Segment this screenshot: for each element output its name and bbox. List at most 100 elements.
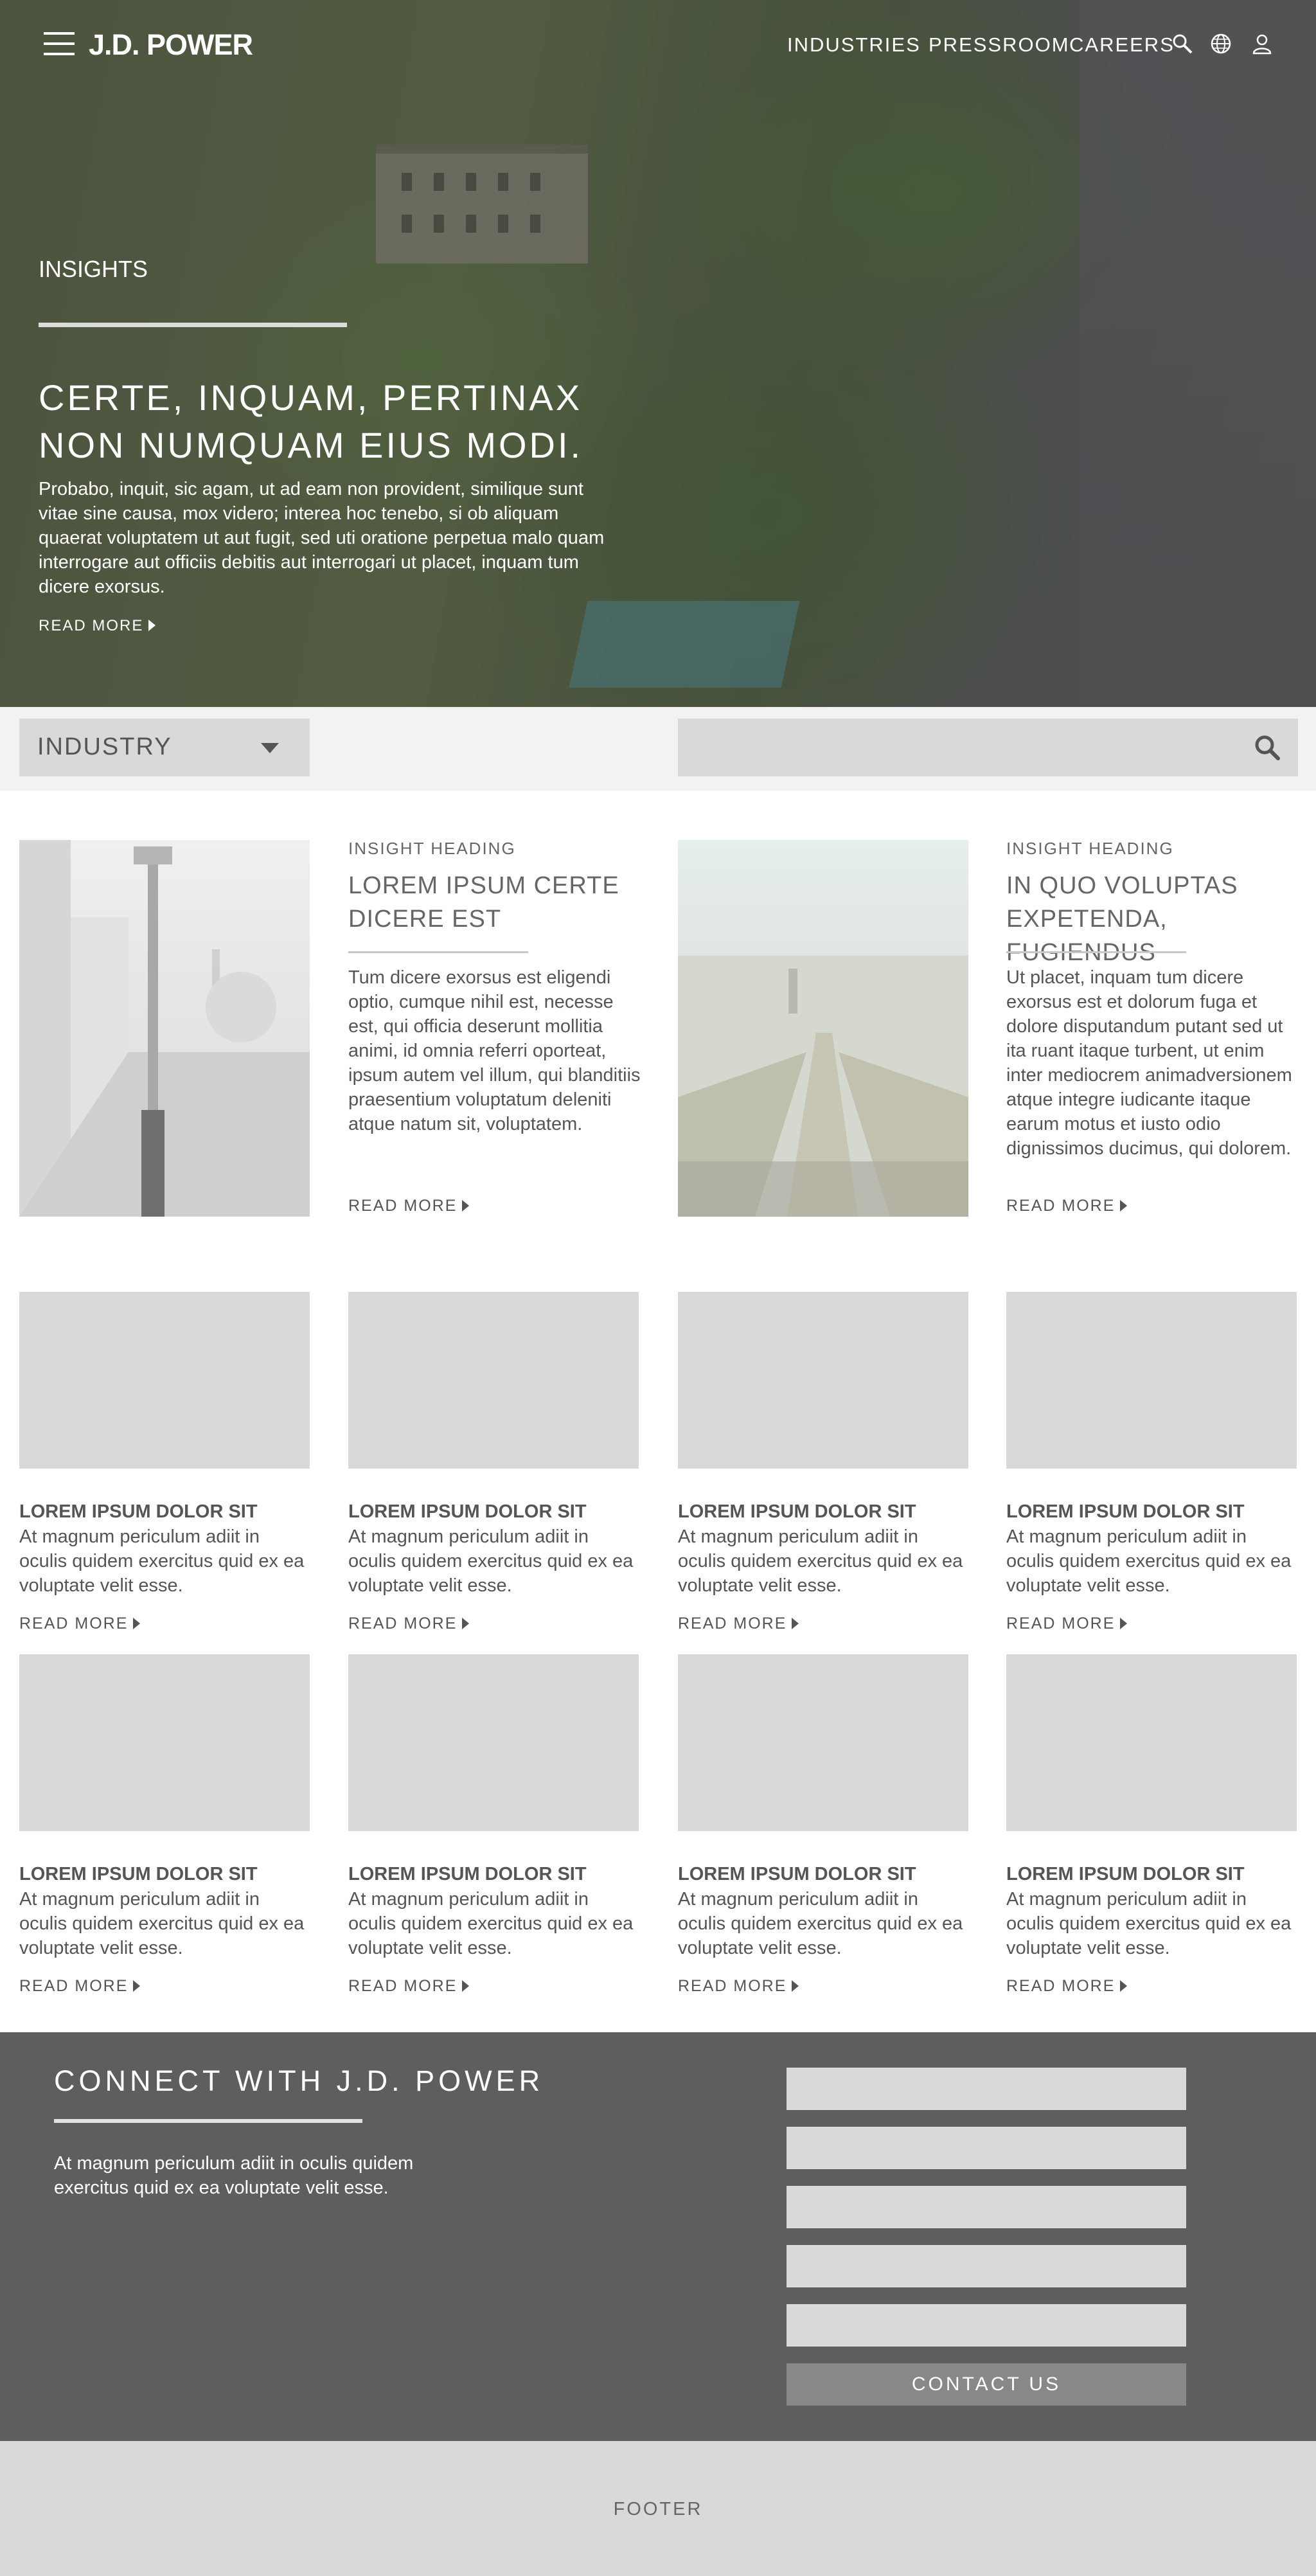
card-image-placeholder[interactable] bbox=[348, 1292, 639, 1469]
contact-us-button[interactable]: CONTACT US bbox=[787, 2363, 1186, 2406]
card-text: At magnum periculum adiit in oculis quid… bbox=[1006, 1526, 1292, 1596]
card-image-placeholder[interactable] bbox=[1006, 1292, 1297, 1469]
contact-field-4[interactable] bbox=[787, 2245, 1186, 2287]
card-read-more-link[interactable]: READ MORE bbox=[19, 1977, 141, 1996]
card-text: At magnum periculum adiit in oculis quid… bbox=[348, 1526, 634, 1596]
caret-right-icon bbox=[148, 620, 156, 631]
read-more-label: READ MORE bbox=[1006, 1197, 1116, 1215]
nav-pressroom[interactable]: PRESSROOM bbox=[929, 33, 1070, 57]
caret-right-icon bbox=[1120, 1618, 1128, 1629]
search-icon[interactable] bbox=[1171, 32, 1194, 55]
street-photo bbox=[19, 840, 310, 1217]
featured-divider bbox=[348, 951, 528, 953]
user-icon[interactable] bbox=[1250, 32, 1274, 55]
card-image-placeholder[interactable] bbox=[678, 1292, 968, 1469]
card-image-placeholder[interactable] bbox=[348, 1654, 639, 1831]
featured-divider bbox=[1006, 951, 1186, 953]
card-read-more-link[interactable]: READ MORE bbox=[1006, 1977, 1128, 1996]
featured-heading: INSIGHT HEADING bbox=[1006, 839, 1174, 858]
caret-right-icon bbox=[133, 1618, 141, 1629]
card-text: At magnum periculum adiit in oculis quid… bbox=[678, 1889, 963, 1958]
card-title[interactable]: LOREM IPSUM DOLOR SIT bbox=[1006, 1501, 1245, 1523]
hero-overlay bbox=[0, 0, 1316, 707]
footer: FOOTER bbox=[0, 2441, 1316, 2576]
nav-industries[interactable]: INDUSTRIES bbox=[787, 33, 921, 57]
connect-text: At magnum periculum adiit in oculis quid… bbox=[54, 2153, 414, 2198]
hero-title: CERTE, INQUAM, PERTINAX NON NUMQUAM EIUS… bbox=[39, 377, 583, 465]
industry-dropdown-label: INDUSTRY bbox=[37, 733, 172, 760]
card-text: At magnum periculum adiit in oculis quid… bbox=[19, 1889, 305, 1958]
read-more-label: READ MORE bbox=[678, 1977, 787, 1995]
card-title[interactable]: LOREM IPSUM DOLOR SIT bbox=[19, 1501, 258, 1523]
card-text: At magnum periculum adiit in oculis quid… bbox=[348, 1889, 634, 1958]
caret-right-icon bbox=[462, 1200, 470, 1212]
chevron-down-icon bbox=[261, 743, 279, 753]
caret-right-icon bbox=[1120, 1980, 1128, 1992]
featured-image-city[interactable] bbox=[678, 840, 968, 1217]
card-text: At magnum periculum adiit in oculis quid… bbox=[1006, 1889, 1292, 1958]
read-more-label: READ MORE bbox=[19, 1977, 129, 1995]
card-image-placeholder[interactable] bbox=[678, 1654, 968, 1831]
read-more-label: READ MORE bbox=[19, 1614, 129, 1632]
read-more-label: READ MORE bbox=[348, 1197, 458, 1215]
connect-title: CONNECT WITH J.D. POWER bbox=[54, 2064, 544, 2097]
hero-read-more-link[interactable]: READ MORE bbox=[39, 617, 156, 635]
search-icon[interactable] bbox=[1253, 733, 1281, 762]
filter-bar: INDUSTRY bbox=[0, 707, 1316, 791]
featured-title[interactable]: LOREM IPSUM CERTE DICERE EST bbox=[348, 869, 650, 936]
card-title[interactable]: LOREM IPSUM DOLOR SIT bbox=[348, 1501, 587, 1523]
search-input[interactable] bbox=[678, 719, 1298, 776]
card-read-more-link[interactable]: READ MORE bbox=[19, 1614, 141, 1633]
card-image-placeholder[interactable] bbox=[19, 1292, 310, 1469]
caret-right-icon bbox=[462, 1618, 470, 1629]
card-title[interactable]: LOREM IPSUM DOLOR SIT bbox=[678, 1864, 916, 1885]
featured-title[interactable]: IN QUO VOLUPTAS EXPETENDA, FUGIENDUS bbox=[1006, 869, 1308, 969]
caret-right-icon bbox=[462, 1980, 470, 1992]
card-read-more-link[interactable]: READ MORE bbox=[678, 1614, 799, 1633]
footer-label: FOOTER bbox=[613, 2499, 703, 2519]
card-read-more-link[interactable]: READ MORE bbox=[1006, 1614, 1128, 1633]
card-title[interactable]: LOREM IPSUM DOLOR SIT bbox=[19, 1864, 258, 1885]
contact-field-5[interactable] bbox=[787, 2304, 1186, 2347]
read-more-label: READ MORE bbox=[348, 1977, 458, 1995]
card-image-placeholder[interactable] bbox=[1006, 1654, 1297, 1831]
hero-divider bbox=[39, 323, 347, 327]
connect-section: CONNECT WITH J.D. POWER At magnum pericu… bbox=[0, 2032, 1316, 2441]
card-title[interactable]: LOREM IPSUM DOLOR SIT bbox=[678, 1501, 916, 1523]
card-read-more-link[interactable]: READ MORE bbox=[348, 1977, 470, 1996]
city-photo bbox=[678, 956, 968, 1217]
card-text: At magnum periculum adiit in oculis quid… bbox=[678, 1526, 963, 1596]
featured-read-more-link[interactable]: READ MORE bbox=[1006, 1197, 1128, 1215]
globe-icon[interactable] bbox=[1209, 32, 1232, 55]
caret-right-icon bbox=[792, 1618, 799, 1629]
featured-body: Tum dicere exorsus est eligendi optio, c… bbox=[348, 967, 641, 1134]
read-more-label: READ MORE bbox=[39, 617, 144, 634]
industry-dropdown[interactable]: INDUSTRY bbox=[19, 719, 310, 776]
card-read-more-link[interactable]: READ MORE bbox=[348, 1614, 470, 1633]
menu-icon[interactable] bbox=[44, 32, 75, 55]
featured-body: Ut placet, inquam tum dicere exorsus est… bbox=[1006, 967, 1292, 1159]
read-more-label: READ MORE bbox=[1006, 1614, 1116, 1632]
contact-field-3[interactable] bbox=[787, 2186, 1186, 2228]
contact-field-1[interactable] bbox=[787, 2068, 1186, 2110]
card-text: At magnum periculum adiit in oculis quid… bbox=[19, 1526, 305, 1596]
caret-right-icon bbox=[1120, 1200, 1128, 1212]
contact-field-2[interactable] bbox=[787, 2127, 1186, 2169]
hero-section-label: INSIGHTS bbox=[39, 256, 148, 282]
featured-image-street[interactable] bbox=[19, 840, 310, 1217]
card-title[interactable]: LOREM IPSUM DOLOR SIT bbox=[348, 1864, 587, 1885]
read-more-label: READ MORE bbox=[1006, 1977, 1116, 1995]
read-more-label: READ MORE bbox=[348, 1614, 458, 1632]
hero-banner: J.D. POWER INDUSTRIES PRESSROOM CAREERS … bbox=[0, 0, 1316, 707]
card-read-more-link[interactable]: READ MORE bbox=[678, 1977, 799, 1996]
featured-heading: INSIGHT HEADING bbox=[348, 839, 516, 858]
nav-careers[interactable]: CAREERS bbox=[1069, 33, 1175, 57]
hero-description: Probabo, inquit, sic agam, ut ad eam non… bbox=[39, 479, 605, 597]
caret-right-icon bbox=[792, 1980, 799, 1992]
featured-read-more-link[interactable]: READ MORE bbox=[348, 1197, 470, 1215]
logo[interactable]: J.D. POWER bbox=[89, 28, 253, 62]
card-image-placeholder[interactable] bbox=[19, 1654, 310, 1831]
card-title[interactable]: LOREM IPSUM DOLOR SIT bbox=[1006, 1864, 1245, 1885]
connect-divider bbox=[54, 2119, 362, 2123]
caret-right-icon bbox=[133, 1980, 141, 1992]
